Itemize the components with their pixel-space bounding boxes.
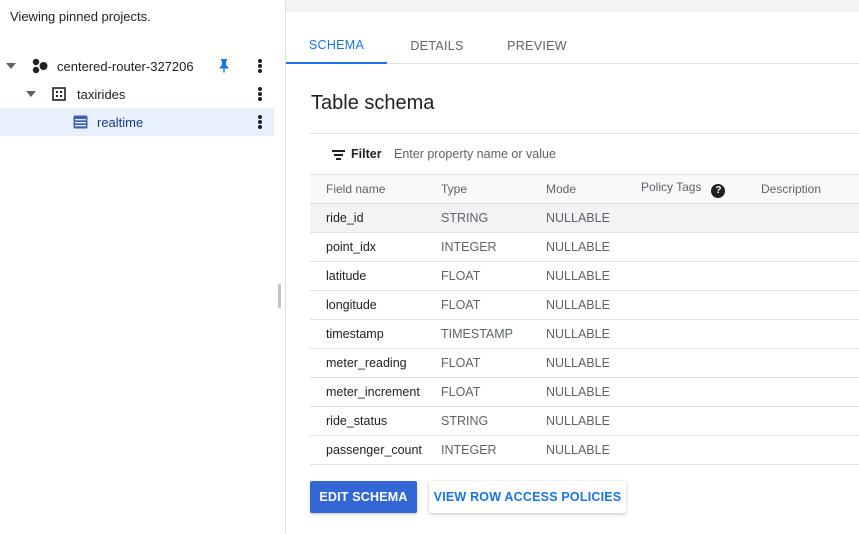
help-icon[interactable]: ?: [711, 184, 726, 198]
field-mode-cell: NULLABLE: [546, 203, 641, 233]
pinned-projects-message: Viewing pinned projects.: [10, 9, 151, 24]
field-name-cell: timestamp: [310, 319, 441, 349]
policy-tags-cell: [641, 377, 761, 407]
field-name-cell: point_idx: [310, 232, 441, 262]
policy-tags-cell: [641, 290, 761, 320]
tab-bar: SCHEMA DETAILS PREVIEW: [286, 28, 859, 64]
tree-item-label: taxirides: [77, 87, 126, 102]
field-type-cell: TIMESTAMP: [441, 319, 546, 349]
view-row-access-policies-button[interactable]: VIEW ROW ACCESS POLICIES: [429, 481, 626, 513]
field-type-cell: FLOAT: [441, 377, 546, 407]
field-name-cell: meter_reading: [310, 348, 441, 378]
description-cell: [761, 232, 859, 262]
field-name-cell: meter_increment: [310, 377, 441, 407]
pin-icon[interactable]: [218, 58, 230, 73]
field-mode-cell: NULLABLE: [546, 406, 641, 436]
tab-preview[interactable]: PREVIEW: [487, 28, 587, 64]
bigquery-explorer: Viewing pinned projects. centered-router…: [0, 0, 859, 534]
policy-tags-cell: [641, 319, 761, 349]
policy-tags-cell: [641, 348, 761, 378]
schema-table: Field name Type Mode Policy Tags? Descri…: [310, 174, 859, 465]
field-mode-cell: NULLABLE: [546, 377, 641, 407]
field-type-cell: FLOAT: [441, 261, 546, 291]
description-cell: [761, 319, 859, 349]
table-row[interactable]: passenger_count INTEGER NULLABLE: [310, 435, 859, 465]
field-mode-cell: NULLABLE: [546, 435, 641, 465]
description-cell: [761, 406, 859, 436]
column-header-label: Policy Tags: [641, 180, 702, 194]
more-options-icon[interactable]: [258, 87, 262, 101]
explorer-panel: Viewing pinned projects. centered-router…: [0, 0, 274, 534]
column-header-field-name[interactable]: Field name: [310, 174, 441, 204]
description-cell: [761, 377, 859, 407]
tree-item-label: realtime: [97, 115, 144, 130]
expand-caret-icon[interactable]: [26, 91, 36, 97]
field-mode-cell: NULLABLE: [546, 348, 641, 378]
field-type-cell: INTEGER: [441, 435, 546, 465]
field-mode-cell: NULLABLE: [546, 319, 641, 349]
description-cell: [761, 348, 859, 378]
table-row[interactable]: ride_id STRING NULLABLE: [310, 203, 859, 233]
policy-tags-cell: [641, 261, 761, 291]
tab-details[interactable]: DETAILS: [387, 28, 487, 64]
field-name-cell: latitude: [310, 261, 441, 291]
field-mode-cell: NULLABLE: [546, 261, 641, 291]
table-row[interactable]: ride_status STRING NULLABLE: [310, 406, 859, 436]
tree-item-dataset[interactable]: taxirides: [0, 80, 274, 108]
column-header-mode[interactable]: Mode: [546, 174, 641, 204]
dataset-icon: [52, 87, 66, 101]
field-type-cell: INTEGER: [441, 232, 546, 262]
description-cell: [761, 435, 859, 465]
edit-schema-button[interactable]: EDIT SCHEMA: [310, 481, 417, 513]
policy-tags-cell: [641, 203, 761, 233]
expand-caret-icon[interactable]: [6, 63, 16, 69]
more-options-icon[interactable]: [258, 115, 262, 129]
field-name-cell: ride_id: [310, 203, 441, 233]
field-mode-cell: NULLABLE: [546, 290, 641, 320]
tree-item-table[interactable]: realtime: [0, 108, 274, 136]
filter-bar: Filter: [310, 133, 859, 174]
table-row[interactable]: latitude FLOAT NULLABLE: [310, 261, 859, 291]
tab-schema[interactable]: SCHEMA: [286, 28, 387, 64]
panel-resize-handle[interactable]: [278, 284, 281, 308]
page-title: Table schema: [311, 92, 435, 114]
column-header-type[interactable]: Type: [441, 174, 546, 204]
table-icon: [73, 115, 88, 129]
description-cell: [761, 290, 859, 320]
tree-item-label: centered-router-327206: [57, 59, 194, 74]
field-mode-cell: NULLABLE: [546, 232, 641, 262]
field-name-cell: longitude: [310, 290, 441, 320]
policy-tags-cell: [641, 406, 761, 436]
filter-icon[interactable]: [332, 150, 345, 160]
filter-label: Filter: [351, 147, 382, 161]
table-row[interactable]: timestamp TIMESTAMP NULLABLE: [310, 319, 859, 349]
table-row[interactable]: point_idx INTEGER NULLABLE: [310, 232, 859, 262]
field-type-cell: STRING: [441, 406, 546, 436]
table-row[interactable]: meter_reading FLOAT NULLABLE: [310, 348, 859, 378]
field-name-cell: passenger_count: [310, 435, 441, 465]
column-header-description[interactable]: Description: [761, 174, 859, 204]
top-strip: [286, 0, 859, 12]
project-icon: [32, 58, 48, 74]
table-row[interactable]: meter_increment FLOAT NULLABLE: [310, 377, 859, 407]
field-type-cell: STRING: [441, 203, 546, 233]
filter-input[interactable]: [394, 145, 694, 163]
field-name-cell: ride_status: [310, 406, 441, 436]
policy-tags-cell: [641, 232, 761, 262]
more-options-icon[interactable]: [258, 59, 262, 73]
tree-item-project[interactable]: centered-router-327206: [0, 52, 274, 80]
table-header-row: Field name Type Mode Policy Tags? Descri…: [310, 174, 859, 204]
table-row[interactable]: longitude FLOAT NULLABLE: [310, 290, 859, 320]
description-cell: [761, 261, 859, 291]
panel-divider: [285, 0, 286, 534]
column-header-policy-tags[interactable]: Policy Tags?: [641, 174, 761, 204]
field-type-cell: FLOAT: [441, 348, 546, 378]
field-type-cell: FLOAT: [441, 290, 546, 320]
policy-tags-cell: [641, 435, 761, 465]
description-cell: [761, 203, 859, 233]
